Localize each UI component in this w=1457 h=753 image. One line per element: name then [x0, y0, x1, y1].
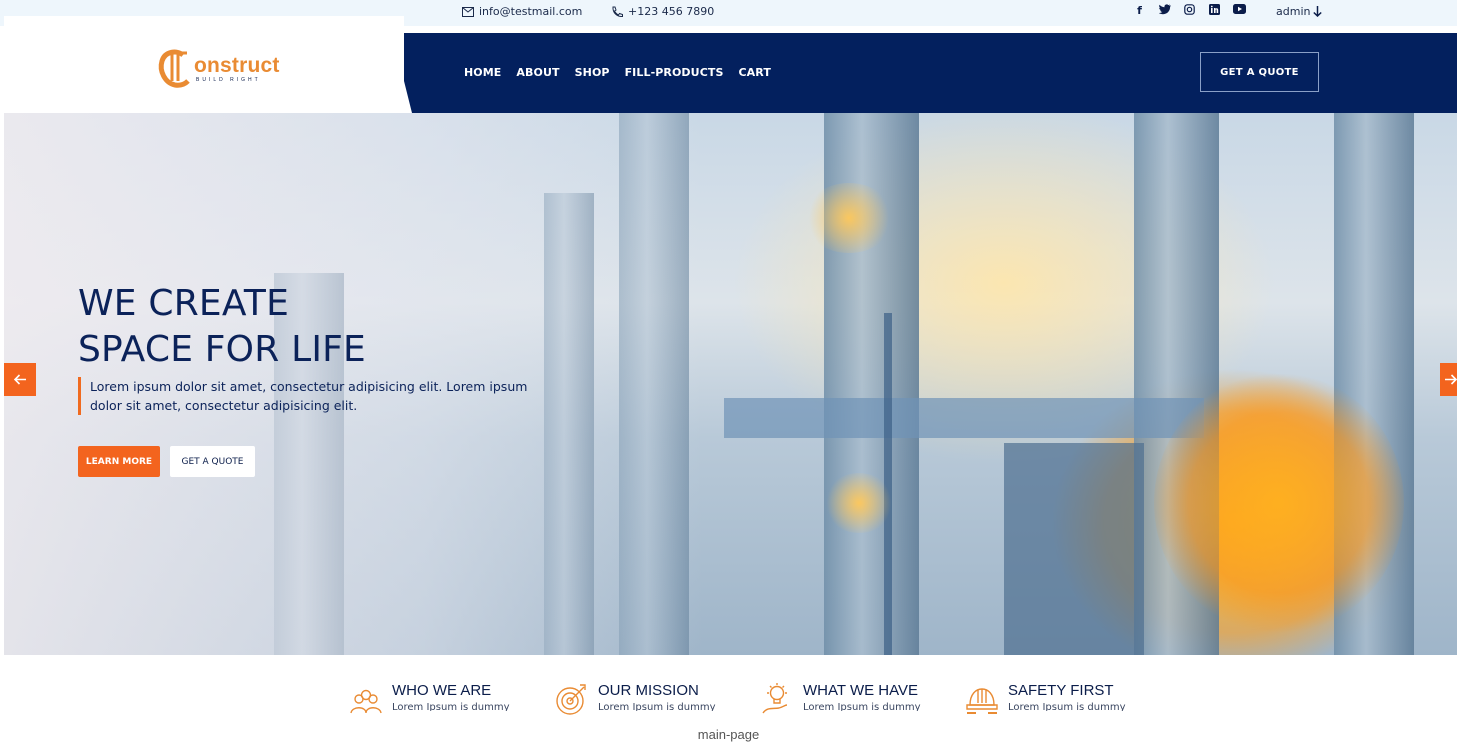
hero-light	[824, 473, 894, 533]
admin-menu[interactable]: admin	[1276, 5, 1323, 18]
logo-mark-icon	[158, 49, 190, 88]
feature-body: SAFETY FIRST Lorem Ipsum is dummy	[1008, 681, 1126, 717]
logo-wordmark: onstruct BUILD RIGHT	[194, 55, 280, 83]
youtube-icon[interactable]	[1233, 4, 1246, 17]
feature-title: SAFETY FIRST	[1008, 682, 1114, 699]
email-link[interactable]: info@testmail.com	[462, 5, 582, 18]
hero-get-quote-button[interactable]: GET A QUOTE	[170, 446, 255, 477]
features-row: WHO WE ARE Lorem Ipsum is dummy OUR MISS…	[0, 681, 1457, 721]
nav-home[interactable]: HOME	[464, 66, 501, 79]
feature-body: WHAT WE HAVE Lorem Ipsum is dummy	[803, 681, 921, 717]
email-text: info@testmail.com	[479, 5, 583, 18]
logo-text: onstruct	[194, 54, 280, 77]
mail-icon	[462, 6, 474, 17]
nav-about[interactable]: ABOUT	[516, 66, 559, 79]
phone-icon	[612, 6, 623, 17]
logo-tagline: BUILD RIGHT	[196, 77, 261, 83]
nav-shop[interactable]: SHOP	[575, 66, 610, 79]
feature-text: Lorem Ipsum is dummy	[803, 702, 921, 711]
feature-text: Lorem Ipsum is dummy	[392, 702, 510, 711]
feature-our-mission[interactable]: OUR MISSION Lorem Ipsum is dummy	[554, 681, 716, 717]
facebook-icon[interactable]: f	[1133, 4, 1146, 17]
phone-link[interactable]: +123 456 7890	[611, 5, 714, 18]
hero-light	[1154, 373, 1404, 633]
page-caption: main-page	[697, 727, 760, 742]
hero-structure	[724, 398, 1204, 438]
social-links: f	[1133, 4, 1246, 17]
helmet-icon	[966, 688, 998, 714]
phone-text: +123 456 7890	[628, 5, 715, 18]
feature-what-we-have[interactable]: WHAT WE HAVE Lorem Ipsum is dummy	[759, 681, 921, 717]
team-icon	[350, 689, 382, 714]
arrow-right-icon	[1445, 374, 1457, 385]
get-quote-button[interactable]: GET A QUOTE	[1200, 52, 1319, 92]
site-logo[interactable]: onstruct BUILD RIGHT	[157, 47, 280, 91]
main-page: info@testmail.com +123 456 7890 f admin	[0, 0, 1457, 753]
admin-label: admin	[1276, 5, 1311, 18]
hero-title-line2: SPACE FOR LIFE	[78, 329, 367, 370]
twitter-icon[interactable]	[1158, 4, 1171, 17]
hero-light	[804, 183, 894, 253]
nav-cart[interactable]: CART	[739, 66, 771, 79]
hero-title-line1: WE CREATE	[78, 283, 290, 324]
feature-safety-first[interactable]: SAFETY FIRST Lorem Ipsum is dummy	[964, 681, 1126, 717]
feature-body: WHO WE ARE Lorem Ipsum is dummy	[392, 681, 510, 717]
hero-description: Lorem ipsum dolor sit amet, consectetur …	[78, 377, 548, 415]
nav-fill-products[interactable]: FILL-PRODUCTS	[625, 66, 724, 79]
target-icon	[556, 684, 586, 715]
slider-next-button[interactable]	[1440, 363, 1457, 396]
instagram-icon[interactable]	[1183, 4, 1196, 17]
feature-who-we-are[interactable]: WHO WE ARE Lorem Ipsum is dummy	[348, 681, 510, 717]
hero-structure	[1004, 443, 1144, 655]
feature-title: OUR MISSION	[598, 682, 699, 699]
arrow-down-icon	[1313, 6, 1323, 17]
feature-title: WHAT WE HAVE	[803, 682, 919, 699]
linkedin-icon[interactable]	[1208, 4, 1221, 17]
idea-icon	[762, 683, 788, 714]
feature-text: Lorem Ipsum is dummy	[1008, 702, 1126, 711]
hero-title: WE CREATE SPACE FOR LIFE	[78, 281, 366, 373]
primary-nav: HOME ABOUT SHOP FILL-PRODUCTS CART	[464, 66, 771, 79]
slider-prev-button[interactable]	[4, 363, 36, 396]
feature-title: WHO WE ARE	[392, 682, 492, 699]
arrow-left-icon	[13, 374, 26, 385]
learn-more-button[interactable]: LEARN MORE	[78, 446, 160, 477]
feature-text: Lorem Ipsum is dummy	[598, 702, 716, 711]
feature-body: OUR MISSION Lorem Ipsum is dummy	[598, 681, 716, 717]
